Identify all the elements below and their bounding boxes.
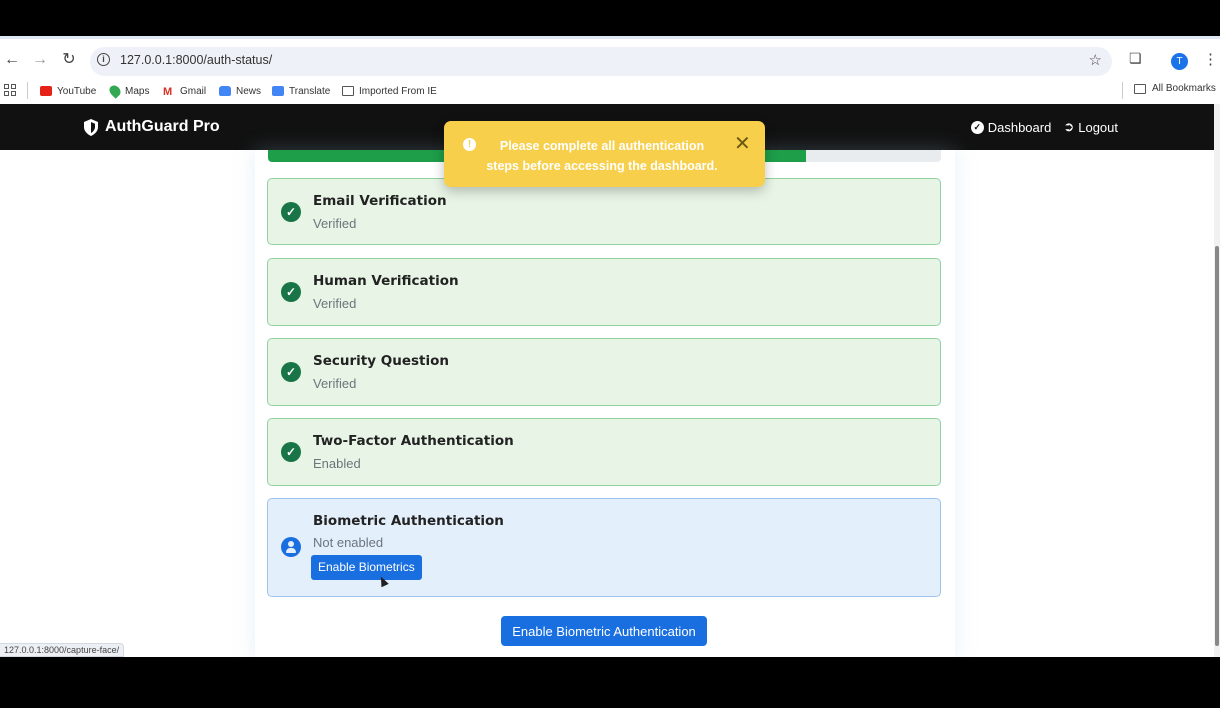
site-info-icon[interactable]: i bbox=[97, 53, 110, 66]
warning-toast: ! Please complete all authentication ste… bbox=[444, 121, 765, 187]
step-two-factor: ✓ Two-Factor Authentication Enabled bbox=[267, 418, 941, 486]
bookmark-gmail[interactable]: M Gmail bbox=[163, 83, 206, 99]
bookmark-label: Maps bbox=[125, 85, 150, 97]
close-icon[interactable]: ✕ bbox=[734, 133, 751, 155]
bookmark-label: YouTube bbox=[57, 85, 97, 97]
bookmark-label: Translate bbox=[289, 85, 331, 97]
browser-toolbar: ← → ↻ i 127.0.0.1:8000/auth-status/ ☆ ❏ … bbox=[0, 36, 1220, 78]
menu-kebab-icon[interactable]: ⋮ bbox=[1203, 50, 1218, 68]
step-status: Verified bbox=[313, 296, 357, 311]
step-email-verification: ✓ Email Verification Verified bbox=[267, 178, 941, 245]
check-circle-icon: ✓ bbox=[281, 282, 301, 302]
bookmarks-divider bbox=[1122, 82, 1123, 99]
bookmark-maps[interactable]: Maps bbox=[107, 83, 150, 99]
logout-icon: ➲ bbox=[1063, 119, 1075, 134]
step-title: Human Verification bbox=[313, 273, 459, 289]
maps-icon bbox=[107, 83, 123, 99]
apps-grid-icon[interactable] bbox=[4, 84, 16, 96]
all-bookmarks-button[interactable]: All Bookmarks bbox=[1134, 83, 1216, 94]
extensions-icon[interactable]: ❏ bbox=[1129, 50, 1142, 67]
bookmark-label: News bbox=[236, 85, 262, 97]
bookmark-news[interactable]: News bbox=[219, 83, 261, 99]
nav-dashboard-link[interactable]: ✓ Dashboard bbox=[970, 119, 1052, 135]
user-circle-icon bbox=[281, 537, 301, 557]
check-circle-icon: ✓ bbox=[281, 362, 301, 382]
all-bookmarks-label: All Bookmarks bbox=[1152, 83, 1216, 94]
brand[interactable]: AuthGuard Pro bbox=[84, 118, 220, 136]
enable-biometrics-button[interactable]: Enable Biometrics bbox=[311, 555, 422, 580]
bookmarks-bar: YouTube Maps M Gmail News Translate Impo… bbox=[0, 78, 1220, 104]
reload-icon[interactable]: ↻ bbox=[59, 50, 79, 70]
bookmark-star-icon[interactable]: ☆ bbox=[1089, 51, 1102, 69]
profile-avatar[interactable]: T bbox=[1171, 53, 1188, 70]
bookmark-youtube[interactable]: YouTube bbox=[40, 83, 96, 99]
scrollbar-thumb[interactable] bbox=[1215, 246, 1219, 646]
step-human-verification: ✓ Human Verification Verified bbox=[267, 258, 941, 326]
step-title: Biometric Authentication bbox=[313, 513, 504, 529]
bookmark-translate[interactable]: Translate bbox=[272, 83, 330, 99]
step-status: Verified bbox=[313, 376, 357, 391]
bookmark-label: Gmail bbox=[180, 85, 207, 97]
nav-link-label: Dashboard bbox=[987, 119, 1052, 135]
check-circle-icon: ✓ bbox=[281, 442, 301, 462]
bookmark-imported-folder[interactable]: Imported From IE bbox=[342, 83, 437, 99]
gmail-icon: M bbox=[163, 86, 173, 98]
step-status: Not enabled bbox=[313, 535, 384, 550]
translate-icon bbox=[272, 86, 284, 96]
step-title: Email Verification bbox=[313, 193, 447, 209]
step-status: Verified bbox=[313, 216, 357, 231]
toast-message: Please complete all authentication steps… bbox=[486, 139, 718, 173]
page-scrollbar[interactable] bbox=[1214, 104, 1220, 657]
bookmarks-divider bbox=[27, 82, 28, 99]
folder-icon bbox=[1134, 83, 1146, 94]
browser-window: ← → ↻ i 127.0.0.1:8000/auth-status/ ☆ ❏ … bbox=[0, 36, 1220, 657]
step-title: Security Question bbox=[313, 353, 449, 369]
forward-icon[interactable]: → bbox=[30, 50, 50, 70]
step-title: Two-Factor Authentication bbox=[313, 433, 514, 449]
step-status: Enabled bbox=[313, 456, 361, 471]
nav-links: ✓ Dashboard ➲ Logout bbox=[970, 119, 1118, 135]
brand-name: AuthGuard Pro bbox=[105, 118, 220, 135]
nav-logout-link[interactable]: ➲ Logout bbox=[1063, 119, 1118, 135]
address-bar[interactable]: i 127.0.0.1:8000/auth-status/ ☆ bbox=[90, 47, 1112, 76]
nav-link-label: Logout bbox=[1078, 119, 1118, 135]
shield-icon bbox=[84, 118, 98, 136]
bookmark-label: Imported From IE bbox=[359, 85, 437, 97]
link-status-bar: 127.0.0.1:8000/capture-face/ bbox=[0, 643, 125, 657]
address-url[interactable]: 127.0.0.1:8000/auth-status/ bbox=[120, 53, 272, 67]
dashboard-icon: ✓ bbox=[970, 120, 984, 134]
youtube-icon bbox=[40, 86, 52, 96]
screen-frame: ← → ↻ i 127.0.0.1:8000/auth-status/ ☆ ❏ … bbox=[0, 0, 1220, 708]
folder-icon bbox=[342, 86, 354, 96]
back-icon[interactable]: ← bbox=[2, 50, 22, 70]
step-security-question: ✓ Security Question Verified bbox=[267, 338, 941, 406]
news-icon bbox=[219, 86, 231, 96]
check-circle-icon: ✓ bbox=[281, 202, 301, 222]
enable-biometric-auth-button[interactable]: Enable Biometric Authentication bbox=[501, 616, 707, 646]
step-biometric: Biometric Authentication Not enabled Ena… bbox=[267, 498, 941, 597]
info-icon: ! bbox=[463, 138, 476, 151]
